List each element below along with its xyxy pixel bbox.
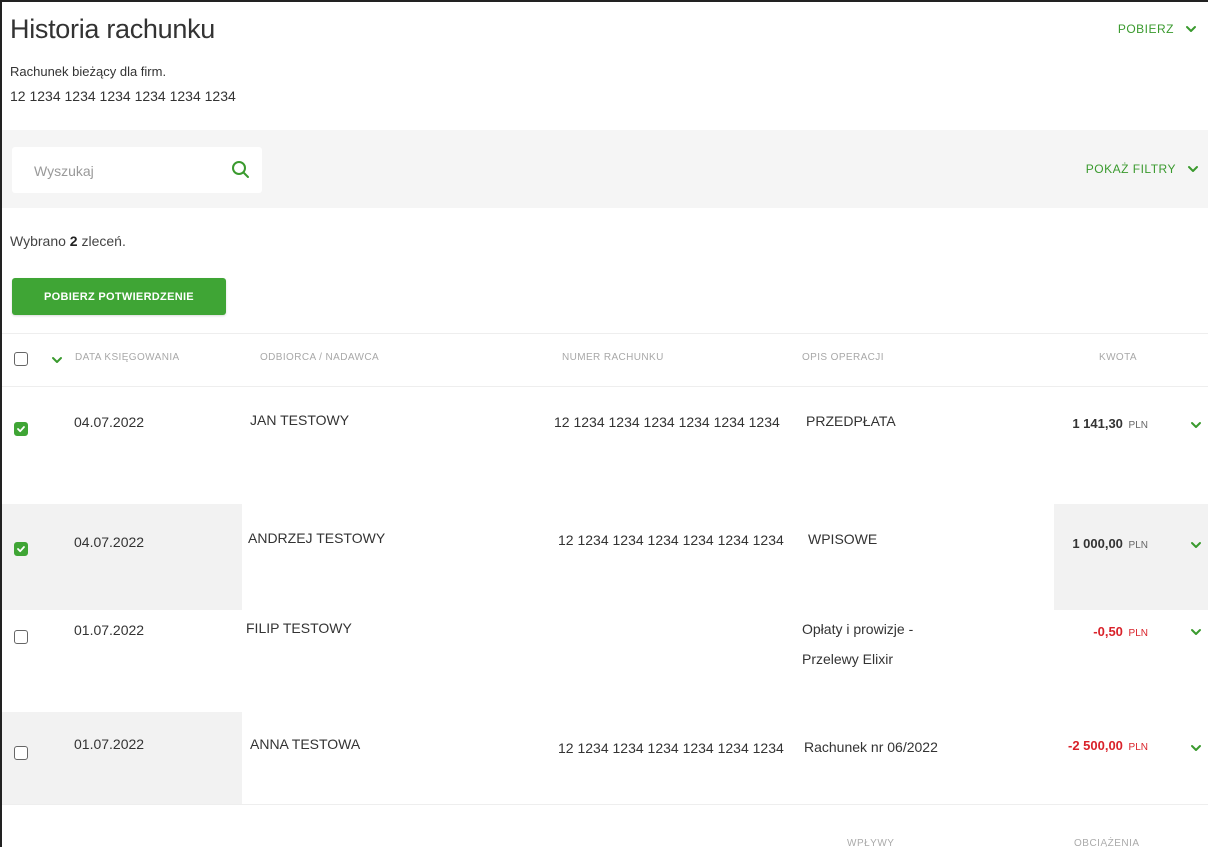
amount-value: -0,50 <box>1093 624 1123 639</box>
selection-summary: Wybrano 2 zleceń. <box>10 233 126 249</box>
select-all-checkbox[interactable] <box>14 352 28 366</box>
row-date: 01.07.2022 <box>74 622 145 638</box>
row-party: FILIP TESTOWY <box>246 620 352 636</box>
search-bar: POKAŻ FILTRY <box>2 130 1208 208</box>
row-account: 12 1234 1234 1234 1234 1234 1234 <box>554 414 780 430</box>
row-date: 01.07.2022 <box>74 736 145 752</box>
row-amount: -2 500,00 PLN <box>1068 738 1148 753</box>
search-box <box>12 147 262 193</box>
chevron-down-icon <box>1186 26 1196 32</box>
amount-value: 1 000,00 <box>1072 536 1123 551</box>
download-confirmation-button[interactable]: POBIERZ POTWIERDZENIE <box>12 278 226 315</box>
search-icon[interactable] <box>230 159 252 181</box>
amount-currency: PLN <box>1128 628 1148 639</box>
row-description: PRZEDPŁATA <box>806 413 896 429</box>
column-header-description[interactable]: OPIS OPERACJI <box>802 352 884 363</box>
row-date: 04.07.2022 <box>74 534 145 550</box>
download-dropdown[interactable]: POBIERZ <box>1118 22 1198 36</box>
amount-currency: PLN <box>1128 742 1148 753</box>
debits-label: OBCIĄŻENIA <box>1074 838 1140 847</box>
row-amount: 1 141,30 PLN <box>1072 416 1148 431</box>
row-party: JAN TESTOWY <box>250 412 350 428</box>
row-checkbox[interactable] <box>14 630 28 644</box>
row-description: WPISOWE <box>808 531 878 547</box>
chevron-down-icon[interactable] <box>51 354 63 366</box>
row-account: 12 1234 1234 1234 1234 1234 1234 <box>558 740 784 756</box>
column-header-account[interactable]: NUMER RACHUNKU <box>562 352 664 363</box>
row-highlight <box>2 504 242 610</box>
download-label: POBIERZ <box>1117 22 1174 36</box>
table-row[interactable]: 01.07.2022 FILIP TESTOWY Opłaty i prowiz… <box>2 598 1208 704</box>
column-header-date[interactable]: DATA KSIĘGOWANIA <box>75 352 180 363</box>
selection-suffix: zleceń. <box>81 233 126 249</box>
account-history-page: Historia rachunku POBIERZ Rachunek bieżą… <box>0 0 1208 847</box>
table-row[interactable]: 04.07.2022 ANDRZEJ TESTOWY 12 1234 1234 … <box>2 504 1208 610</box>
account-type: Rachunek bieżący dla firm. <box>10 64 167 79</box>
selection-count: 2 <box>69 233 78 249</box>
amount-currency: PLN <box>1128 540 1148 551</box>
column-header-amount[interactable]: KWOTA <box>1099 352 1137 363</box>
row-description: Opłaty i prowizje - Przelewy Elixir <box>802 621 914 667</box>
amount-value: 1 141,30 <box>1072 416 1123 431</box>
page-title: Historia rachunku <box>10 14 215 44</box>
check-icon <box>17 546 25 553</box>
check-icon <box>17 426 25 433</box>
chevron-down-icon[interactable] <box>1190 742 1202 754</box>
inflows-label: WPŁYWY <box>847 838 895 847</box>
table-header: DATA KSIĘGOWANIA ODBIORCA / NADAWCA NUME… <box>2 333 1208 387</box>
row-checkbox[interactable] <box>14 542 28 556</box>
row-date: 04.07.2022 <box>74 414 145 430</box>
amount-value: -2 500,00 <box>1067 738 1123 753</box>
amount-currency: PLN <box>1128 420 1148 431</box>
table-row[interactable]: 04.07.2022 JAN TESTOWY 12 1234 1234 1234… <box>2 386 1208 492</box>
row-checkbox[interactable] <box>14 746 28 760</box>
row-amount: -0,50 PLN <box>1093 624 1148 639</box>
row-party: ANDRZEJ TESTOWY <box>248 530 386 546</box>
row-highlight <box>1054 504 1208 610</box>
column-header-party[interactable]: ODBIORCA / NADAWCA <box>260 352 379 363</box>
table-divider <box>2 804 1208 805</box>
row-account: 12 1234 1234 1234 1234 1234 1234 <box>558 532 784 548</box>
account-number: 12 1234 1234 1234 1234 1234 1234 <box>10 88 236 104</box>
search-input[interactable] <box>32 159 216 183</box>
table-row[interactable]: 01.07.2022 ANNA TESTOWA 12 1234 1234 123… <box>2 712 1208 804</box>
chevron-down-icon <box>1188 166 1198 172</box>
show-filters-toggle[interactable]: POKAŻ FILTRY <box>1086 162 1200 176</box>
show-filters-label: POKAŻ FILTRY <box>1085 162 1176 176</box>
chevron-down-icon[interactable] <box>1190 419 1202 431</box>
row-highlight <box>2 712 242 804</box>
row-party: ANNA TESTOWA <box>250 736 361 752</box>
row-checkbox[interactable] <box>14 422 28 436</box>
row-description: Rachunek nr 06/2022 <box>804 739 938 755</box>
chevron-down-icon[interactable] <box>1190 626 1202 638</box>
chevron-down-icon[interactable] <box>1190 539 1202 551</box>
selection-prefix: Wybrano <box>10 233 66 249</box>
row-amount: 1 000,00 PLN <box>1072 536 1148 551</box>
